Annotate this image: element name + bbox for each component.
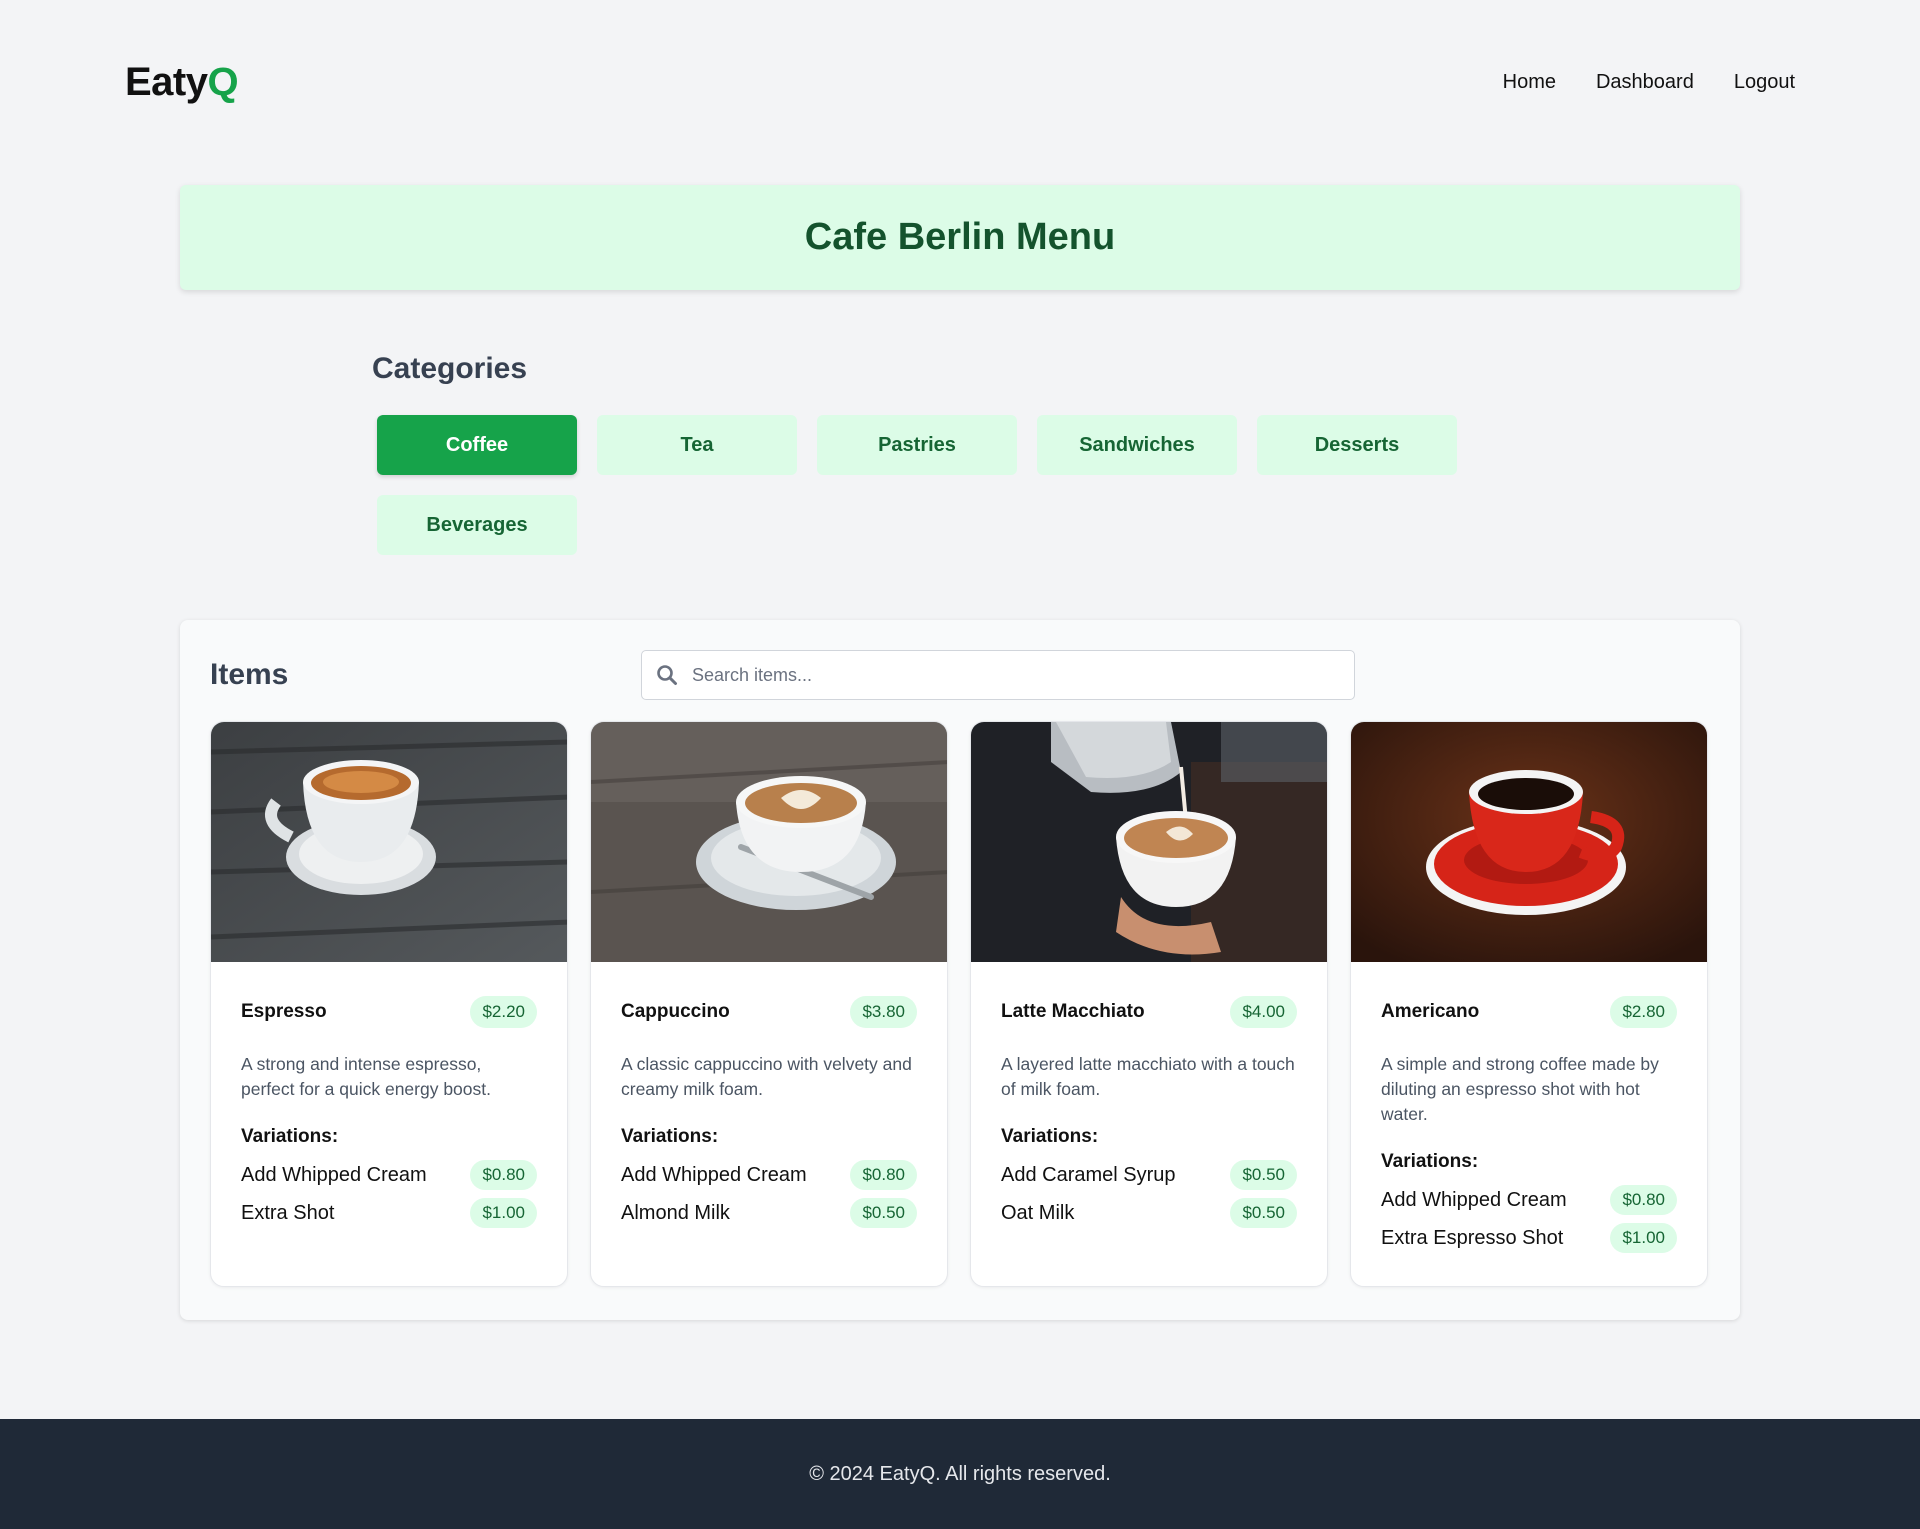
variation-row[interactable]: Extra Shot $1.00	[241, 1198, 537, 1228]
variation-name: Extra Shot	[241, 1201, 335, 1224]
price-badge: $2.20	[470, 996, 537, 1028]
item-name: Americano	[1381, 1001, 1480, 1022]
variation-name: Add Whipped Cream	[1381, 1188, 1567, 1211]
item-description: A classic cappuccino with velvety and cr…	[621, 1054, 912, 1099]
variation-list: Add Whipped Cream $0.80 Extra Shot $1.00	[241, 1160, 537, 1228]
category-button-coffee[interactable]: Coffee	[377, 415, 577, 475]
variation-row[interactable]: Add Whipped Cream $0.80	[1381, 1185, 1677, 1215]
variations-label: Variations:	[1381, 1151, 1479, 1172]
espresso-image	[211, 722, 567, 962]
americano-image	[1351, 722, 1707, 962]
variation-list: Add Whipped Cream $0.80 Almond Milk $0.5…	[621, 1160, 917, 1228]
cappuccino-image	[591, 722, 947, 962]
search-icon	[656, 664, 678, 686]
price-badge: $3.80	[850, 996, 917, 1028]
item-description: A strong and intense espresso, perfect f…	[241, 1054, 491, 1099]
price-badge: $2.80	[1610, 996, 1677, 1028]
item-description: A simple and strong coffee made by dilut…	[1381, 1054, 1659, 1124]
brand-name-main: Eaty	[125, 60, 208, 104]
brand-name-accent: Q	[207, 60, 239, 104]
categories-heading: Categories	[372, 352, 528, 385]
item-card-latte-macchiato[interactable]: Latte Macchiato $4.00 A layered latte ma…	[970, 721, 1328, 1287]
item-name: Espresso	[241, 1001, 327, 1022]
variation-price: $0.50	[1230, 1160, 1297, 1190]
item-description: A layered latte macchiato with a touch o…	[1001, 1054, 1295, 1099]
variation-price: $0.50	[1230, 1198, 1297, 1228]
category-button-desserts[interactable]: Desserts	[1257, 415, 1457, 475]
variation-price: $1.00	[1610, 1223, 1677, 1253]
variations-label: Variations:	[241, 1126, 339, 1147]
variation-name: Oat Milk	[1001, 1201, 1075, 1224]
category-button-sandwiches[interactable]: Sandwiches	[1037, 415, 1237, 475]
variation-row[interactable]: Almond Milk $0.50	[621, 1198, 917, 1228]
variations-label: Variations:	[1001, 1126, 1099, 1147]
variation-price: $0.50	[850, 1198, 917, 1228]
price-badge: $4.00	[1230, 996, 1297, 1028]
variations-label: Variations:	[621, 1126, 719, 1147]
category-list: Coffee Tea Pastries Sandwiches Desserts …	[377, 415, 1477, 555]
variation-list: Add Whipped Cream $0.80 Extra Espresso S…	[1381, 1185, 1677, 1253]
variation-price: $0.80	[850, 1160, 917, 1190]
item-card-americano[interactable]: Americano $2.80 A simple and strong coff…	[1350, 721, 1708, 1287]
nav-logout-link[interactable]: Logout	[1734, 71, 1795, 94]
variation-name: Extra Espresso Shot	[1381, 1226, 1564, 1249]
page-title: Cafe Berlin Menu	[804, 216, 1116, 258]
category-button-beverages[interactable]: Beverages	[377, 495, 577, 555]
variation-name: Add Whipped Cream	[241, 1163, 427, 1186]
category-button-pastries[interactable]: Pastries	[817, 415, 1017, 475]
items-heading: Items	[210, 658, 289, 691]
search-box[interactable]	[641, 650, 1355, 700]
variation-row[interactable]: Add Whipped Cream $0.80	[241, 1160, 537, 1190]
category-button-tea[interactable]: Tea	[597, 415, 797, 475]
copyright-text: © 2024 EatyQ. All rights reserved.	[809, 1462, 1111, 1485]
variation-row[interactable]: Oat Milk $0.50	[1001, 1198, 1297, 1228]
top-header: EatyQ Home Dashboard Logout	[0, 0, 1920, 170]
variation-row[interactable]: Add Whipped Cream $0.80	[621, 1160, 917, 1190]
brand-logo[interactable]: EatyQ	[125, 60, 239, 105]
main-nav: Home Dashboard Logout	[1503, 71, 1795, 94]
variation-price: $1.00	[470, 1198, 537, 1228]
item-card-cappuccino[interactable]: Cappuccino $3.80 A classic cappuccino wi…	[590, 721, 948, 1287]
variation-list: Add Caramel Syrup $0.50 Oat Milk $0.50	[1001, 1160, 1297, 1228]
item-card-list: Espresso $2.20 A strong and intense espr…	[210, 721, 1708, 1287]
item-name: Latte Macchiato	[1001, 1001, 1145, 1022]
menu-banner: Cafe Berlin Menu	[180, 185, 1740, 290]
search-input[interactable]	[692, 664, 1332, 686]
page-footer: © 2024 EatyQ. All rights reserved.	[0, 1419, 1920, 1529]
variation-name: Add Whipped Cream	[621, 1163, 807, 1186]
variation-row[interactable]: Extra Espresso Shot $1.00	[1381, 1223, 1677, 1253]
variation-name: Almond Milk	[621, 1201, 730, 1224]
variation-price: $0.80	[470, 1160, 537, 1190]
items-panel: Items Search items... Espresso $2.20 A s…	[180, 620, 1740, 1320]
variation-row[interactable]: Add Caramel Syrup $0.50	[1001, 1160, 1297, 1190]
latte-macchiato-image	[971, 722, 1327, 962]
item-card-espresso[interactable]: Espresso $2.20 A strong and intense espr…	[210, 721, 568, 1287]
variation-name: Add Caramel Syrup	[1001, 1163, 1176, 1186]
variation-price: $0.80	[1610, 1185, 1677, 1215]
item-name: Cappuccino	[621, 1001, 730, 1022]
nav-dashboard-link[interactable]: Dashboard	[1596, 71, 1694, 94]
nav-home-link[interactable]: Home	[1503, 71, 1556, 94]
